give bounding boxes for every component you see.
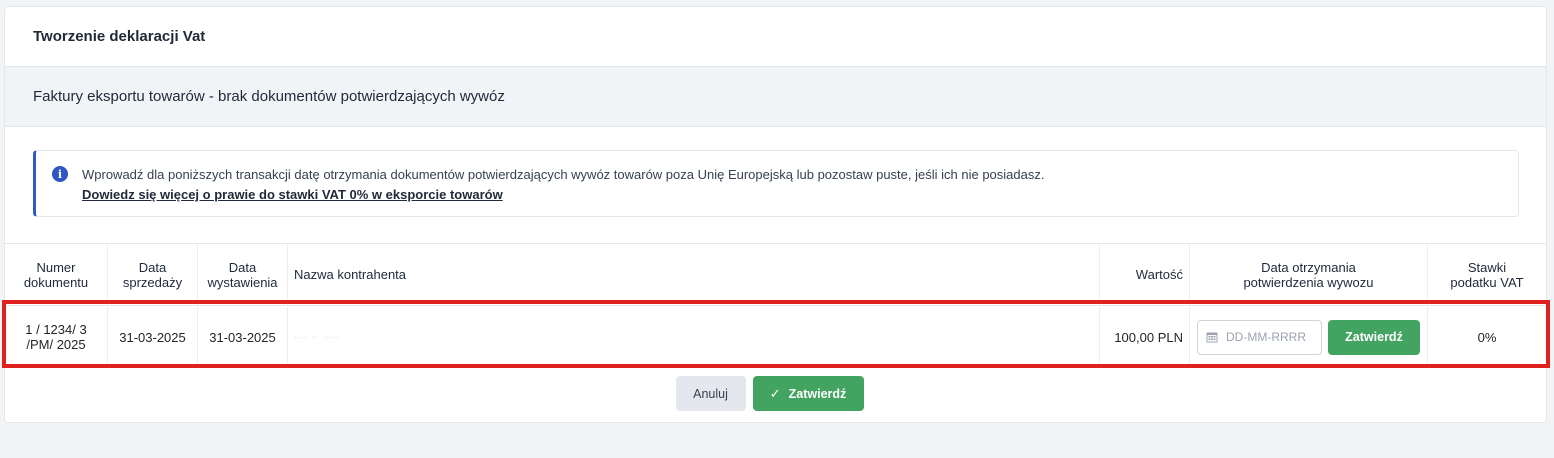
info-icon: i xyxy=(52,166,68,182)
cell-sale-date: 31-03-2025 xyxy=(108,308,198,366)
check-icon: ✓ xyxy=(769,385,781,401)
cell-issue-date: 31-03-2025 xyxy=(198,308,288,366)
date-placeholder: DD-MM-RRRR xyxy=(1226,329,1306,344)
cell-contractor: ···· ·· ····· xyxy=(288,308,1100,366)
cell-doc-number: 1 / 1234/ 3/PM/ 2025 xyxy=(5,308,108,366)
footer-actions: Anuluj ✓ Zatwierdź xyxy=(5,376,1548,411)
col-header-receipt-date: Data otrzymania potwierdzenia wywozu xyxy=(1190,244,1428,305)
cell-vat-rate: 0% xyxy=(1477,329,1497,345)
table-row: 1 / 1234/ 3/PM/ 2025 31-03-2025 31-03-20… xyxy=(5,308,1546,367)
learn-more-link[interactable]: Dowiedz się więcej o prawie do stawki VA… xyxy=(82,185,1044,205)
vat-declaration-card: Tworzenie deklaracji Vat Faktury eksport… xyxy=(4,6,1547,423)
invoices-table: Numer dokumentu Data sprzedaży Data wystawi… xyxy=(5,243,1546,367)
section-title: Faktury eksportu towarów - brak dokument… xyxy=(5,67,1546,127)
cell-receipt-date: DD-MM-RRRR Zatwierdź xyxy=(1190,308,1428,366)
col-header-issue-date: Data wystawienia xyxy=(198,244,288,305)
receipt-date-input[interactable]: DD-MM-RRRR xyxy=(1197,319,1322,355)
cancel-button[interactable]: Anuluj xyxy=(675,376,746,411)
col-header-contractor: Nazwa kontrahenta xyxy=(288,244,1100,305)
confirm-button[interactable]: ✓ Zatwierdź xyxy=(752,376,864,411)
alert-text: Wprowadź dla poniższych transakcji datę … xyxy=(82,167,1045,182)
col-header-doc-number: Numer dokumentu xyxy=(5,244,108,305)
page-title: Tworzenie deklaracji Vat xyxy=(5,7,1546,67)
cell-value: 100,00 PLN xyxy=(1100,308,1190,366)
table-header: Numer dokumentu Data sprzedaży Data wystawi… xyxy=(5,244,1546,306)
col-header-value: Wartość xyxy=(1100,244,1190,305)
col-header-sale-date: Data sprzedaży xyxy=(108,244,198,305)
calendar-icon xyxy=(1206,332,1218,343)
col-header-vat-rate: Stawki podatku VAT xyxy=(1450,259,1524,290)
info-alert: i Wprowadź dla poniższych transakcji dat… xyxy=(33,150,1519,217)
row-confirm-button[interactable]: Zatwierdź xyxy=(1328,319,1420,355)
